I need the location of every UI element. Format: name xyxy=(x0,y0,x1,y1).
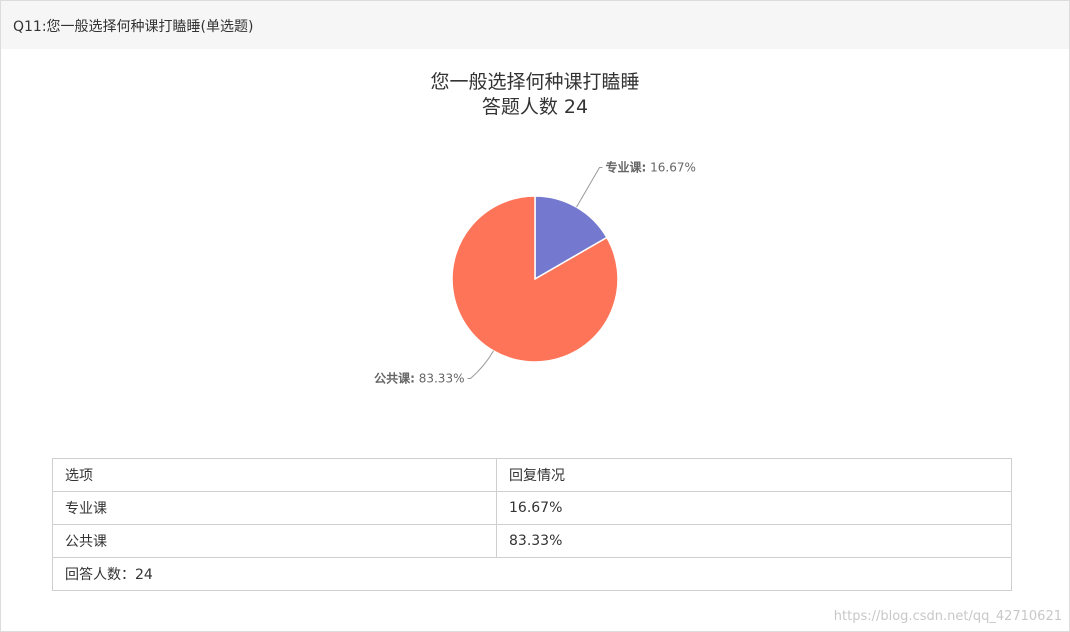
chart-title: 您一般选择何种课打瞌睡 xyxy=(430,71,640,93)
watermark: https://blog.csdn.net/qq_42710621 xyxy=(833,609,1062,624)
result-table: 选项 回复情况 专业课 16.67% 公共课 83.33% 回答人数：24 xyxy=(52,458,1012,591)
table-header-row: 选项 回复情况 xyxy=(52,458,1012,492)
table-cell-result: 83.33% xyxy=(496,524,1012,558)
table-row: 专业课 16.67% xyxy=(52,491,1012,525)
question-header: Q11:您一般选择何种课打瞌睡(单选题) xyxy=(1,1,1069,49)
table-header-result: 回复情况 xyxy=(496,458,1012,492)
chart-subtitle: 答题人数 24 xyxy=(481,96,589,118)
table-cell-result: 16.67% xyxy=(496,491,1012,525)
table-row: 公共课 83.33% xyxy=(52,524,1012,558)
table-cell-option: 专业课 xyxy=(52,491,497,525)
question-title: Q11:您一般选择何种课打瞌睡(单选题) xyxy=(13,19,254,35)
table-header-option: 选项 xyxy=(52,458,497,492)
respondent-count: 回答人数：24 xyxy=(52,557,1012,591)
table-cell-option: 公共课 xyxy=(52,524,497,558)
table-footer-row: 回答人数：24 xyxy=(52,557,1012,591)
